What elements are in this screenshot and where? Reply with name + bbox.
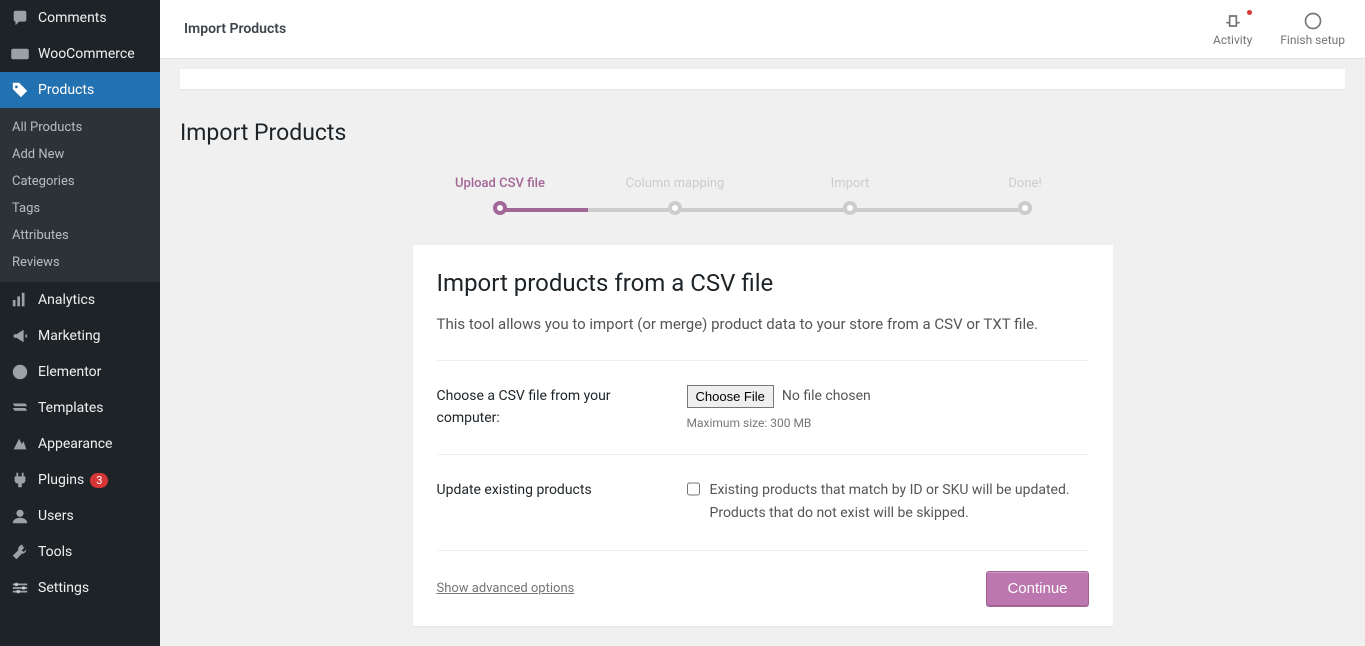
products-submenu: All Products Add New Categories Tags Att… [0,108,160,282]
sidebar-label: Appearance [38,436,112,452]
step-dot [493,201,507,215]
plugins-icon [10,470,30,490]
import-card: Import products from a CSV file This too… [413,245,1113,626]
settings-icon [10,578,30,598]
finish-setup-button[interactable]: Finish setup [1280,11,1345,47]
update-description: Existing products that match by ID or SK… [710,479,1089,527]
sidebar-item-analytics[interactable]: Analytics [0,282,160,318]
step-dot [843,201,857,215]
sidebar-item-woocommerce[interactable]: WooCommerce [0,36,160,72]
finish-setup-icon [1280,11,1345,31]
update-existing-label: Update existing products [437,479,667,527]
step-upload: Upload CSV file [413,176,588,215]
sidebar-item-marketing[interactable]: Marketing [0,318,160,354]
step-dot [668,201,682,215]
card-title: Import products from a CSV file [437,269,1089,297]
page-title: Import Products [180,119,1345,146]
step-label: Upload CSV file [413,176,588,191]
step-label: Import [763,176,938,191]
appearance-icon [10,434,30,454]
sidebar-label: Analytics [38,292,95,308]
sidebar-item-templates[interactable]: Templates [0,390,160,426]
sidebar-label: Users [38,508,74,524]
step-label: Column mapping [588,176,763,191]
topbar: Import Products Activity Finish setup [160,0,1365,59]
choose-file-button[interactable]: Choose File [687,385,774,408]
topbar-title: Import Products [184,21,1213,37]
activity-label: Activity [1213,33,1252,47]
continue-button[interactable]: Continue [986,571,1088,606]
activity-icon [1213,11,1252,31]
card-description: This tool allows you to import (or merge… [437,313,1089,336]
templates-icon [10,398,30,418]
tools-icon [10,542,30,562]
comments-icon [10,8,30,28]
show-advanced-link[interactable]: Show advanced options [437,581,575,596]
woocommerce-icon [10,44,30,64]
max-size-hint: Maximum size: 300 MB [687,416,1089,430]
sidebar-item-settings[interactable]: Settings [0,570,160,606]
elementor-icon [10,362,30,382]
sidebar-item-appearance[interactable]: Appearance [0,426,160,462]
sidebar-item-comments[interactable]: Comments [0,0,160,36]
submenu-tags[interactable]: Tags [0,195,160,222]
step-label: Done! [938,176,1113,191]
products-icon [10,80,30,100]
notification-dot [1247,10,1252,15]
sidebar-item-users[interactable]: Users [0,498,160,534]
submenu-all-products[interactable]: All Products [0,114,160,141]
sidebar-label: Products [38,82,94,98]
sidebar-label: Settings [38,580,89,596]
submenu-attributes[interactable]: Attributes [0,222,160,249]
users-icon [10,506,30,526]
notice-strip [180,69,1345,89]
file-status: No file chosen [782,388,871,404]
analytics-icon [10,290,30,310]
sidebar-label: Templates [38,400,104,416]
step-done: Done! [938,176,1113,215]
submenu-add-new[interactable]: Add New [0,141,160,168]
wizard-steps: Upload CSV file Column mapping Import [413,176,1113,215]
choose-file-label: Choose a CSV file from your computer: [437,385,667,430]
sidebar-label: Tools [38,544,72,560]
marketing-icon [10,326,30,346]
sidebar-item-products[interactable]: Products [0,72,160,108]
sidebar-label: WooCommerce [38,46,135,62]
sidebar-item-plugins[interactable]: Plugins 3 [0,462,160,498]
step-mapping: Column mapping [588,176,763,215]
finish-label: Finish setup [1280,33,1345,47]
step-dot [1018,201,1032,215]
sidebar-label: Comments [38,10,107,26]
update-existing-checkbox[interactable] [687,481,700,497]
plugins-badge: 3 [90,473,108,488]
admin-sidebar: Comments WooCommerce Products All Produc… [0,0,160,646]
sidebar-label: Marketing [38,328,101,344]
submenu-reviews[interactable]: Reviews [0,249,160,276]
sidebar-item-tools[interactable]: Tools [0,534,160,570]
activity-button[interactable]: Activity [1213,11,1252,47]
sidebar-label: Elementor [38,364,101,380]
step-import: Import [763,176,938,215]
sidebar-label: Plugins [38,472,84,488]
sidebar-item-elementor[interactable]: Elementor [0,354,160,390]
submenu-categories[interactable]: Categories [0,168,160,195]
